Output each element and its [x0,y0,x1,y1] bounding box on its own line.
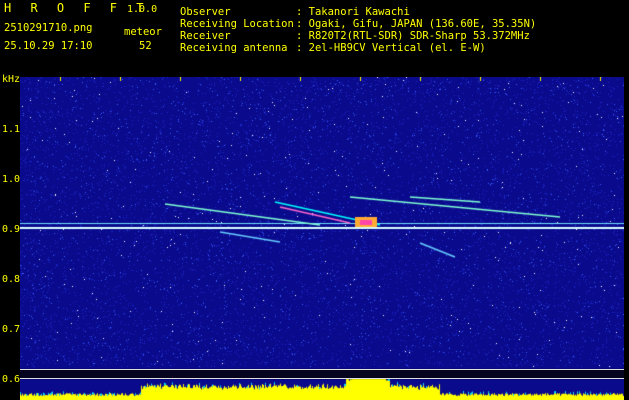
meteor-label: meteor [124,26,162,38]
antenna-label: Receiving antenna [180,42,288,54]
y-axis-unit: kHz [2,74,21,85]
y-tick-label: 0.6 [2,374,21,385]
receiver-label: Receiver [180,30,231,42]
app-version: 1.0.0 [127,4,158,15]
filename: 2510291710.png [4,22,93,34]
location-value: : Ogaki, Gifu, JAPAN (136.60E, 35.35N) [296,18,537,30]
location-label: Receiving Location [180,18,294,30]
divider-line [20,369,624,370]
y-tick-label: 0.8 [2,274,21,285]
meteor-count: 52 [139,40,152,52]
observer-label: Observer [180,6,231,18]
spectrogram-canvas [20,77,624,400]
datetime: 25.10.29 17:10 [4,40,93,52]
antenna-value: : 2el-HB9CV Vertical (el. E-W) [296,42,486,54]
y-tick-label: 0.9 [2,224,21,235]
spectrogram-plot [20,77,624,400]
y-tick-label: 0.7 [2,324,21,335]
y-tick-label: 1.0 [2,174,21,185]
observer-value: : Takanori Kawachi [296,6,410,18]
divider-line [20,378,624,379]
receiver-value: : R820T2(RTL-SDR) SDR-Sharp 53.372MHz [296,30,530,42]
y-tick-label: 1.1 [2,124,21,135]
